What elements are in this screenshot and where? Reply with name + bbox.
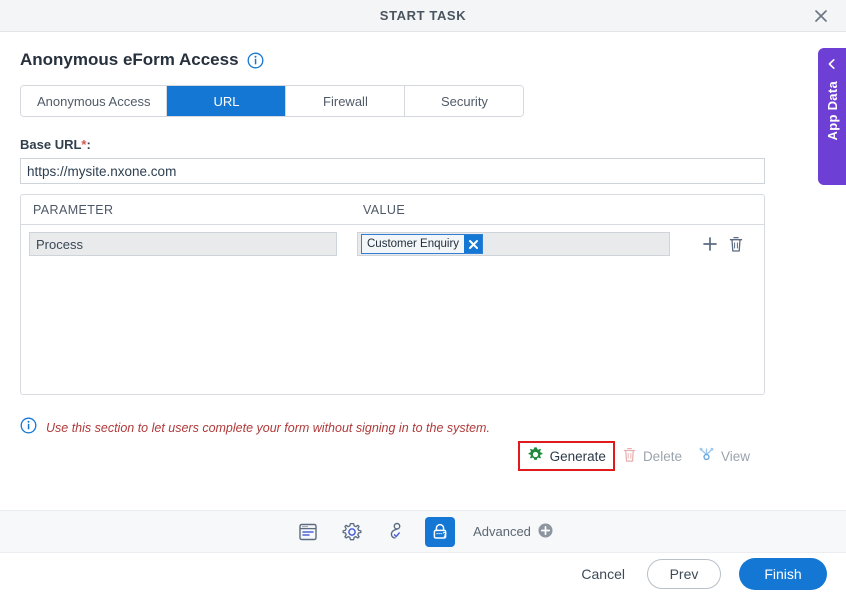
dialog-title: START TASK [379,8,467,23]
plus-icon[interactable] [702,236,718,252]
tab-firewall[interactable]: Firewall [286,86,406,116]
close-icon[interactable] [808,3,834,29]
info-circle-icon [20,417,37,439]
column-header-value: VALUE [363,202,406,217]
section-note-text: Use this section to let users complete y… [46,421,490,435]
parameter-name-field[interactable]: Process [29,232,337,256]
tab-strip: Anonymous Access URL Firewall Security [20,85,525,117]
grid-header-row: PARAMETER VALUE [21,195,764,225]
base-url-label: Base URL*: [20,137,826,152]
trash-icon[interactable] [728,236,744,253]
prev-button[interactable]: Prev [647,559,721,589]
tab-anonymous-access[interactable]: Anonymous Access [21,86,168,116]
generate-button-label: Generate [549,448,606,464]
settings-gear-icon[interactable] [337,517,367,547]
value-chip[interactable]: Customer Enquiry [361,234,484,254]
tab-security[interactable]: Security [405,86,524,116]
view-nodes-icon [698,446,715,466]
participants-icon[interactable] [381,517,411,547]
base-url-label-text: Base URL [20,137,82,152]
delete-button-label: Delete [642,448,682,464]
svg-text:?: ? [442,530,447,539]
chevron-left-icon [826,57,838,75]
close-x-icon[interactable] [464,235,483,253]
generate-button[interactable]: Generate [517,441,615,471]
base-url-label-colon: : [86,137,91,152]
parameter-value-field[interactable]: Customer Enquiry [357,232,670,256]
view-button-label: View [720,448,750,464]
plus-circle-icon[interactable] [538,523,553,541]
column-header-parameter: PARAMETER [33,202,114,217]
action-row: Generate Delete View [20,441,826,471]
table-row: Process Customer Enquiry [21,225,764,263]
base-url-input[interactable] [20,158,765,184]
page-title: Anonymous eForm Access [20,50,239,69]
finish-button[interactable]: Finish [739,558,827,590]
delete-button[interactable]: Delete [622,447,682,466]
bottom-toolbar: ? Advanced [0,510,846,553]
tab-url[interactable]: URL [167,86,287,116]
advanced-toggle[interactable]: Advanced [473,523,553,541]
value-chip-label: Customer Enquiry [367,238,460,250]
dialog-titlebar: START TASK [0,0,846,32]
anonymous-access-lock-icon[interactable]: ? [425,516,456,547]
parameter-grid: PARAMETER VALUE Process Customer Enquiry [20,194,765,395]
section-note: Use this section to let users complete y… [20,417,826,439]
form-designer-icon[interactable] [293,517,323,547]
row-action-group [702,236,744,253]
page-title-row: Anonymous eForm Access [20,32,826,70]
trash-icon [622,447,637,466]
app-data-label: App Data [824,81,840,141]
view-button[interactable]: View [698,446,750,466]
app-data-panel-toggle[interactable]: App Data [818,48,846,185]
cancel-button[interactable]: Cancel [577,560,629,588]
info-circle-icon[interactable] [247,52,264,69]
dialog-body: Anonymous eForm Access Anonymous Access … [0,32,846,506]
advanced-label: Advanced [473,524,531,539]
dialog-footer: Cancel Prev Finish [0,553,846,595]
gear-icon [527,446,544,466]
